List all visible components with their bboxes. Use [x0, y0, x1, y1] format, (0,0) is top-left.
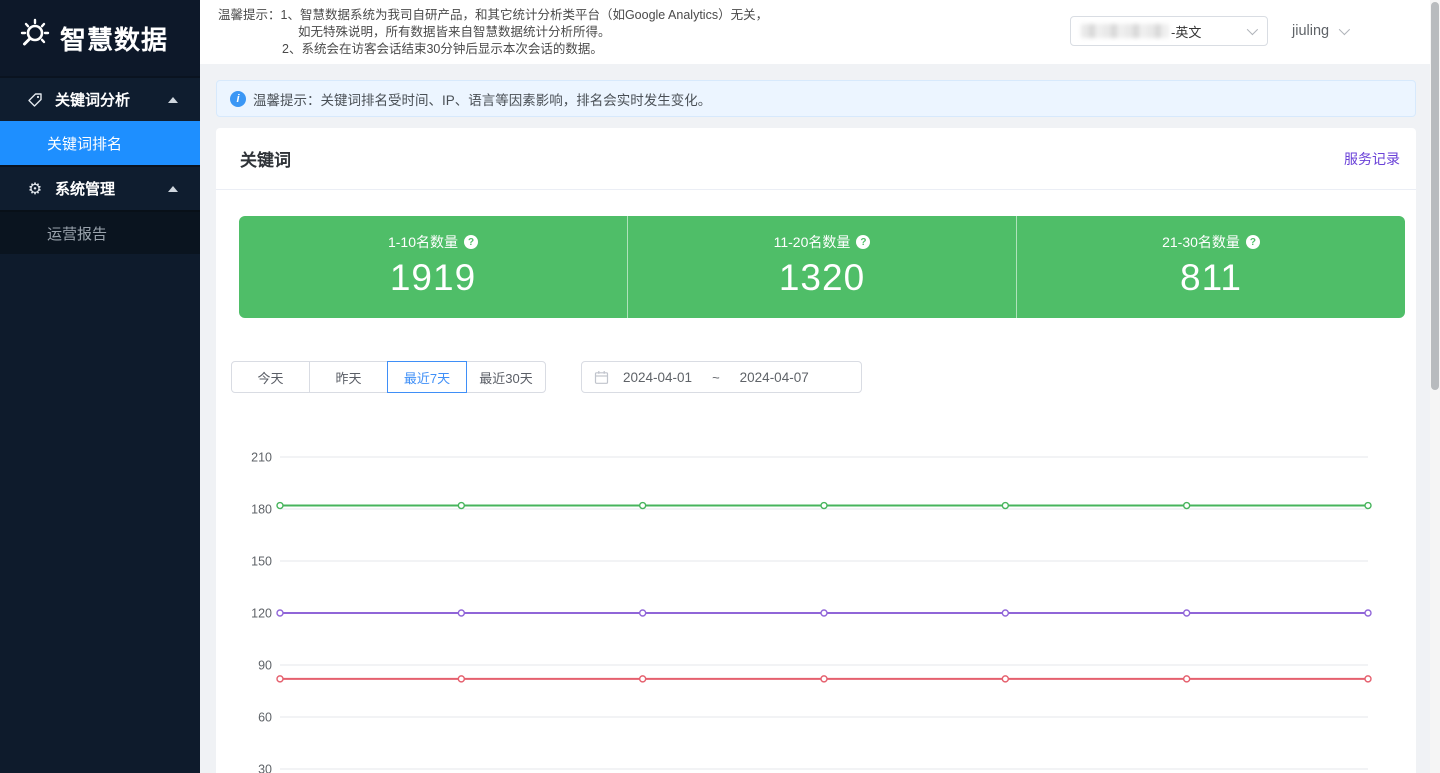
- user-menu[interactable]: jiuling: [1292, 16, 1347, 46]
- stat-label: 1-10名数量: [388, 232, 458, 252]
- site-select-dropdown[interactable]: -英文: [1070, 16, 1268, 46]
- main-content: i 温馨提示：关键词排名受时间、IP、语言等因素影响，排名会实时发生变化。 关键…: [200, 64, 1440, 773]
- date-range-end: 2024-04-07: [740, 370, 809, 385]
- svg-text:120: 120: [251, 607, 272, 621]
- filter-last-7-days-button[interactable]: 最近7天: [387, 361, 467, 393]
- svg-text:180: 180: [251, 503, 272, 517]
- username: jiuling: [1292, 23, 1329, 39]
- rank-trend-chart[interactable]: 210 180 150 120 90 60 30: [216, 440, 1416, 773]
- page-title: 关键词: [240, 146, 291, 171]
- chevron-up-icon: [168, 186, 178, 192]
- chart-container: 210 180 150 120 90 60 30: [216, 440, 1416, 773]
- notice-line-1: 温馨提示：1、智慧数据系统为我司自研产品，和其它统计分析类平台（如Google …: [218, 7, 768, 24]
- app-root: 智慧数据 关键词分析 关键词排名 ⚙ 系统管理 运营报告 温馨提: [0, 0, 1440, 773]
- topbar: 温馨提示：1、智慧数据系统为我司自研产品，和其它统计分析类平台（如Google …: [200, 0, 1440, 64]
- sidebar-item-keyword-ranking[interactable]: 关键词排名: [0, 121, 200, 165]
- scrollbar-thumb[interactable]: [1431, 2, 1439, 390]
- stat-value: 811: [1017, 257, 1405, 299]
- stat-label: 21-30名数量: [1162, 232, 1240, 252]
- sidebar-item-system-management[interactable]: ⚙ 系统管理: [0, 165, 200, 210]
- sidebar-item-label: 关键词排名: [47, 133, 122, 154]
- card-header: 关键词 服务记录: [216, 128, 1416, 190]
- date-filter-row: 今天 昨天 最近7天 最近30天 2024-04-01: [231, 361, 546, 393]
- sidebar-item-keyword-analysis[interactable]: 关键词分析: [0, 76, 200, 121]
- redacted-site-name: [1081, 24, 1169, 38]
- stat-value: 1320: [628, 257, 1016, 299]
- sidebar: 智慧数据 关键词分析 关键词排名 ⚙ 系统管理 运营报告: [0, 0, 200, 773]
- help-icon[interactable]: ?: [464, 235, 478, 249]
- filter-yesterday-button[interactable]: 昨天: [309, 361, 388, 393]
- date-range-picker[interactable]: 2024-04-01 ~ 2024-04-07: [581, 361, 862, 393]
- date-range-separator: ~: [712, 370, 720, 385]
- svg-text:90: 90: [258, 659, 272, 673]
- logo: 智慧数据: [0, 0, 200, 76]
- vertical-scrollbar: [1430, 0, 1440, 773]
- tag-icon: [26, 91, 44, 109]
- date-preset-button-group: 今天 昨天 最近7天 最近30天: [231, 361, 546, 393]
- stat-value: 1919: [239, 257, 627, 299]
- chevron-down-icon: [1339, 24, 1350, 35]
- sidebar-item-operation-report[interactable]: 运营报告: [0, 210, 200, 254]
- date-range-start: 2024-04-01: [623, 370, 692, 385]
- stat-rank-1-10: 1-10名数量 ? 1919: [239, 216, 627, 318]
- help-icon[interactable]: ?: [1246, 235, 1260, 249]
- gear-icon: ⚙: [26, 180, 44, 198]
- sidebar-item-label: 关键词分析: [55, 89, 130, 110]
- stat-label: 11-20名数量: [774, 232, 851, 252]
- help-icon[interactable]: ?: [856, 235, 870, 249]
- notice-line-3: 2、系统会在访客会话结束30分钟后显示本次会话的数据。: [282, 41, 768, 58]
- chevron-up-icon: [168, 97, 178, 103]
- rank-stats-banner: 1-10名数量 ? 1919 11-20名数量 ? 1320 21-30名数量: [239, 216, 1405, 318]
- service-records-link[interactable]: 服务记录: [1344, 149, 1400, 169]
- stat-rank-11-20: 11-20名数量 ? 1320: [627, 216, 1016, 318]
- notice-line-2: 如无特殊说明，所有数据皆来自智慧数据统计分析所得。: [298, 24, 768, 41]
- svg-text:210: 210: [251, 451, 272, 465]
- logo-sun-magnifier-icon: [14, 16, 52, 61]
- info-alert: i 温馨提示：关键词排名受时间、IP、语言等因素影响，排名会实时发生变化。: [216, 80, 1416, 117]
- calendar-icon: [594, 370, 609, 385]
- logo-text: 智慧数据: [60, 20, 168, 57]
- filter-last-30-days-button[interactable]: 最近30天: [466, 361, 546, 393]
- sidebar-item-label: 运营报告: [47, 223, 107, 244]
- svg-text:150: 150: [251, 555, 272, 569]
- alert-text: 温馨提示：关键词排名受时间、IP、语言等因素影响，排名会实时发生变化。: [253, 89, 711, 109]
- info-icon: i: [230, 91, 246, 107]
- filter-today-button[interactable]: 今天: [231, 361, 310, 393]
- stat-rank-21-30: 21-30名数量 ? 811: [1016, 216, 1405, 318]
- svg-text:30: 30: [258, 763, 272, 773]
- chevron-down-icon: [1247, 24, 1258, 35]
- site-select-value-suffix: -英文: [1171, 22, 1201, 41]
- sidebar-item-label: 系统管理: [55, 178, 115, 199]
- system-notice: 温馨提示：1、智慧数据系统为我司自研产品，和其它统计分析类平台（如Google …: [218, 7, 768, 58]
- keyword-card: 关键词 服务记录 1-10名数量 ? 1919 11-20名数量 ? 132: [216, 128, 1416, 773]
- svg-text:60: 60: [258, 711, 272, 725]
